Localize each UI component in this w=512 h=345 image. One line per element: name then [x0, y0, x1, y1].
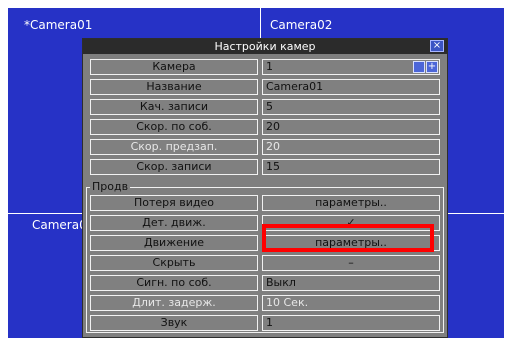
prerecord-rate-label: Скор. предзап.	[90, 139, 258, 155]
prerecord-rate-value[interactable]: 20	[262, 139, 440, 155]
row-name: Название Camera01	[90, 79, 440, 95]
row-delay-duration: Длит. задерж. 10 Сек.	[90, 295, 440, 311]
hide-value[interactable]: –	[262, 255, 440, 271]
row-hide: Скрыть –	[90, 255, 440, 271]
delay-duration-label: Длит. задерж.	[90, 295, 258, 311]
video-loss-label: Потеря видео	[90, 195, 258, 211]
close-icon[interactable]: ×	[430, 40, 444, 52]
record-quality-value[interactable]: 5	[262, 99, 440, 115]
row-event-alarm: Сигн. по соб. Выкл	[90, 275, 440, 291]
camera-value-text: 1	[266, 60, 273, 73]
sound-value[interactable]: 1	[262, 315, 440, 331]
camera-label: Камера	[90, 59, 258, 75]
camera-stepper-up-icon[interactable]: +	[426, 61, 438, 73]
name-value[interactable]: Camera01	[262, 79, 440, 95]
record-rate-label: Скор. записи	[90, 159, 258, 175]
row-prerecord-rate: Скор. предзап. 20	[90, 139, 440, 155]
event-alarm-label: Сигн. по соб.	[90, 275, 258, 291]
motion-detect-label: Дет. движ.	[90, 215, 258, 231]
motion-label: Движение	[90, 235, 258, 251]
sound-label: Звук	[90, 315, 258, 331]
camera-settings-dialog: Настройки камер × Камера 1 + Название Ca…	[82, 38, 448, 338]
row-record-rate: Скор. записи 15	[90, 159, 440, 175]
dialog-title: Настройки камер	[83, 39, 447, 54]
camera-grid-screen: *Camera01 Camera02 Camera0 Настройки кам…	[8, 8, 504, 338]
advanced-group-label: Продв	[90, 180, 131, 193]
motion-params-highlight	[262, 224, 434, 252]
row-video-loss: Потеря видео параметры..	[90, 195, 440, 211]
screenshot-stage: *Camera01 Camera02 Camera0 Настройки кам…	[0, 0, 512, 345]
event-rate-label: Скор. по соб.	[90, 119, 258, 135]
row-record-quality: Кач. записи 5	[90, 99, 440, 115]
camera-value[interactable]: 1 +	[262, 59, 440, 75]
row-event-rate: Скор. по соб. 20	[90, 119, 440, 135]
camera-stepper-down-icon[interactable]	[413, 61, 425, 73]
row-camera: Камера 1 +	[90, 59, 440, 75]
camera01-label: *Camera01	[24, 18, 93, 32]
event-alarm-value[interactable]: Выкл	[262, 275, 440, 291]
video-loss-params-button[interactable]: параметры..	[262, 195, 440, 211]
camera03-label: Camera0	[32, 218, 87, 232]
record-rate-value[interactable]: 15	[262, 159, 440, 175]
camera02-label: Camera02	[270, 18, 333, 32]
name-label: Название	[90, 79, 258, 95]
row-sound: Звук 1	[90, 315, 440, 331]
record-quality-label: Кач. записи	[90, 99, 258, 115]
delay-duration-value[interactable]: 10 Сек.	[262, 295, 440, 311]
hide-label: Скрыть	[90, 255, 258, 271]
event-rate-value[interactable]: 20	[262, 119, 440, 135]
